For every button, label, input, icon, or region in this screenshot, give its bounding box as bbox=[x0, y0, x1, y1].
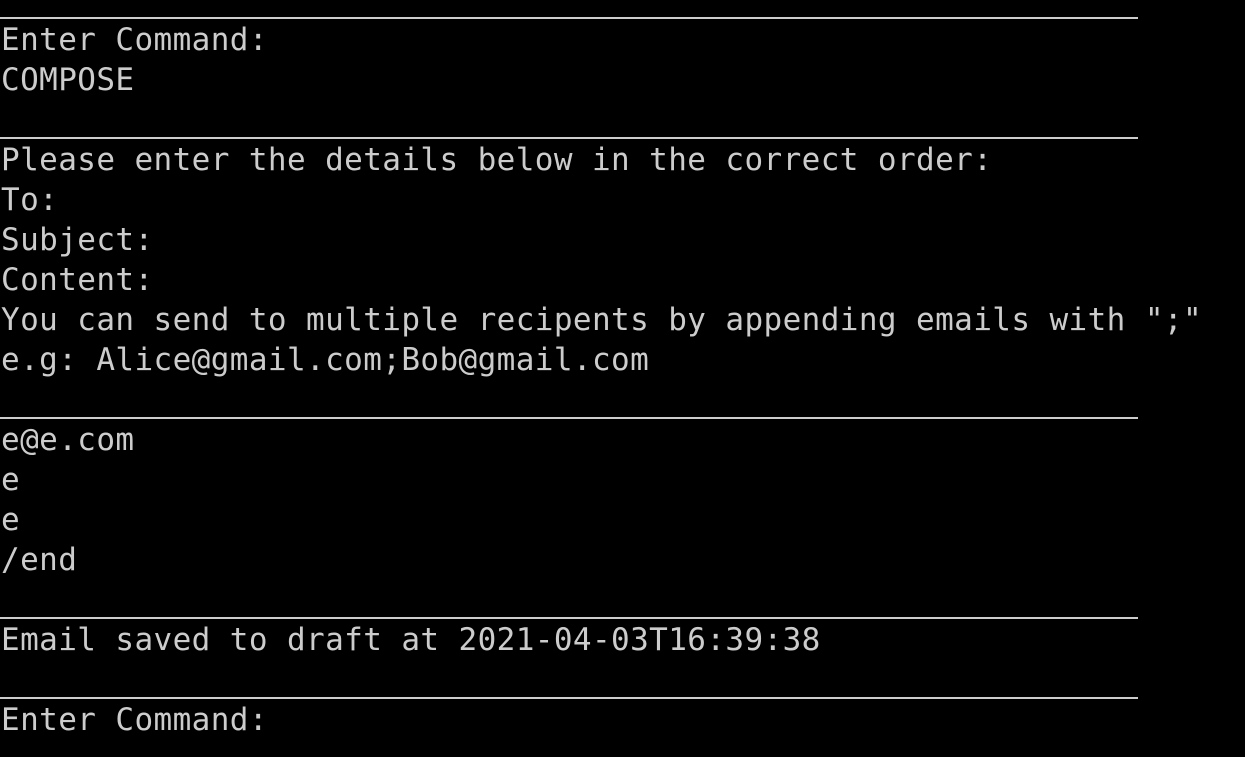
entered-command: COMPOSE bbox=[1, 62, 135, 98]
divider-line bbox=[0, 17, 1138, 19]
entered-content: e bbox=[1, 502, 21, 538]
divider-line bbox=[0, 617, 1138, 619]
end-marker: /end bbox=[1, 542, 78, 578]
divider-line bbox=[0, 697, 1138, 699]
multiple-recipients-hint: You can send to multiple recipents by ap… bbox=[1, 302, 1203, 338]
divider-line bbox=[0, 417, 1138, 419]
divider-line bbox=[0, 137, 1138, 139]
entered-subject: e bbox=[1, 462, 21, 498]
command-prompt: Enter Command: bbox=[1, 22, 268, 58]
to-label: To: bbox=[1, 182, 59, 218]
recipients-example: e.g: Alice@gmail.com;Bob@gmail.com bbox=[1, 342, 650, 378]
subject-label: Subject: bbox=[1, 222, 154, 258]
status-message: Email saved to draft at 2021-04-03T16:39… bbox=[1, 622, 821, 658]
entered-to: e@e.com bbox=[1, 422, 135, 458]
instructions-text: Please enter the details below in the co… bbox=[1, 142, 993, 178]
terminal-window[interactable]: Enter Command: COMPOSE Please enter the … bbox=[0, 0, 1245, 757]
content-label: Content: bbox=[1, 262, 154, 298]
command-prompt[interactable]: Enter Command: bbox=[1, 700, 268, 740]
